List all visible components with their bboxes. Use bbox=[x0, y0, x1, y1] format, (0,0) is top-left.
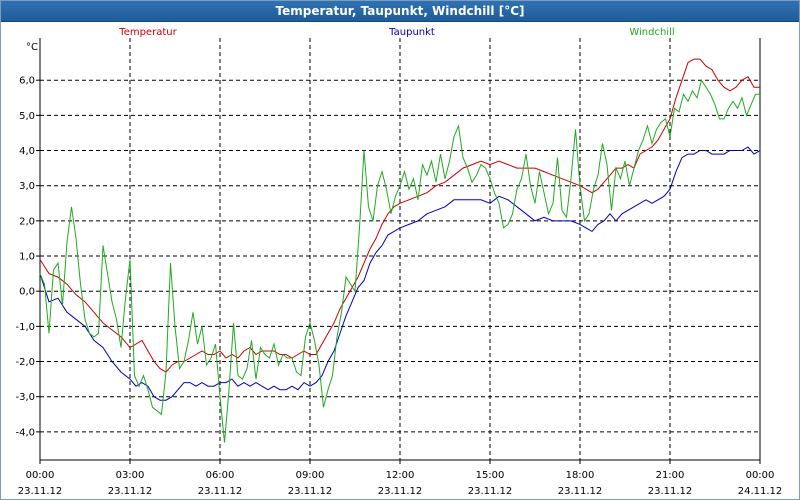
x-tick-date: 23.11.12 bbox=[108, 486, 153, 497]
x-tick-time: 18:00 bbox=[566, 470, 595, 481]
y-tick-label: -4,0 bbox=[15, 427, 35, 438]
y-axis-unit: °C bbox=[26, 42, 38, 53]
x-tick-time: 12:00 bbox=[386, 470, 415, 481]
y-tick-label: 3,0 bbox=[19, 181, 35, 192]
x-tick-time: 06:00 bbox=[206, 470, 235, 481]
x-tick-date: 23.11.12 bbox=[288, 486, 333, 497]
x-tick-date: 24.11.12 bbox=[738, 486, 783, 497]
x-tick-date: 23.11.12 bbox=[18, 486, 63, 497]
y-tick-label: -1,0 bbox=[15, 322, 35, 333]
legend-item-taupunkt: Taupunkt bbox=[388, 27, 435, 38]
x-tick-time: 21:00 bbox=[656, 470, 685, 481]
grid-lines bbox=[40, 38, 760, 460]
legend-item-temperatur: Temperatur bbox=[118, 27, 177, 38]
y-tick-label: 0,0 bbox=[19, 287, 35, 298]
axes bbox=[36, 38, 761, 464]
y-tick-label: -3,0 bbox=[15, 392, 35, 403]
x-tick-time: 09:00 bbox=[296, 470, 325, 481]
x-tick-time: 00:00 bbox=[26, 470, 55, 481]
y-tick-label: 2,0 bbox=[19, 216, 35, 227]
y-tick-label: 1,0 bbox=[19, 252, 35, 263]
x-tick-time: 03:00 bbox=[116, 470, 145, 481]
x-tick-time: 00:00 bbox=[746, 470, 775, 481]
y-tick-label: 5,0 bbox=[19, 111, 35, 122]
chart-canvas: -4,0 -3,0 -2,0 -1,0 0,0 1,0 2,0 3,0 4,0 5,0 6,0 00:… bbox=[15, 27, 783, 497]
legend: Temperatur Taupunkt Windchill bbox=[118, 27, 674, 38]
y-tick-label: 6,0 bbox=[19, 76, 35, 87]
x-tick-date: 23.11.12 bbox=[198, 486, 243, 497]
legend-item-windchill: Windchill bbox=[629, 27, 674, 38]
x-tick-date: 23.11.12 bbox=[558, 486, 603, 497]
x-tick-date: 23.11.12 bbox=[648, 486, 693, 497]
x-tick-date: 23.11.12 bbox=[378, 486, 423, 497]
x-tick-time: 15:00 bbox=[476, 470, 505, 481]
x-tick-date: 23.11.12 bbox=[468, 486, 513, 497]
y-tick-label: -2,0 bbox=[15, 357, 35, 368]
y-tick-label: 4,0 bbox=[19, 146, 35, 157]
